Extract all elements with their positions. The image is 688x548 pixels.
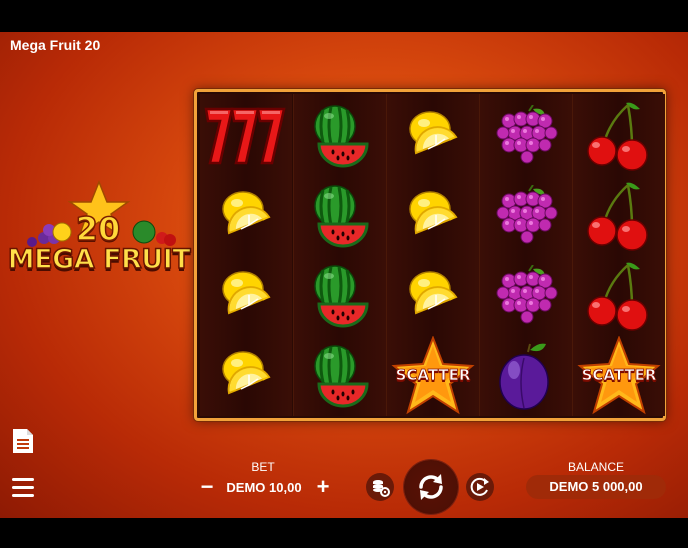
symbol-lemon: [387, 96, 479, 176]
symbol-cherries: [573, 96, 665, 176]
autoplay-button[interactable]: [466, 473, 494, 501]
balance-label: BALANCE: [567, 460, 625, 474]
symbol-scatter: SCATTER: [387, 336, 479, 416]
symbol-grapes: [480, 256, 572, 336]
symbol-cherries: [573, 176, 665, 256]
symbol-watermelon: [294, 336, 386, 416]
symbol-grapes: [480, 96, 572, 176]
symbol-lemon: [200, 336, 292, 416]
symbol-grapes: [480, 176, 572, 256]
menu-icon[interactable]: [10, 475, 36, 501]
symbol-cherries: [573, 256, 665, 336]
reels-frame: SCATTER SCATTER: [194, 89, 666, 421]
symbol-scatter: SCATTER: [573, 336, 665, 416]
game-logo: 20 MEGA FRUIT: [4, 180, 194, 280]
paytable-icon[interactable]: [10, 428, 36, 454]
symbol-watermelon: [294, 96, 386, 176]
reel-3: SCATTER: [386, 94, 479, 416]
spin-button[interactable]: [404, 460, 458, 514]
top-bar: [0, 0, 688, 32]
reel-2: [293, 94, 386, 416]
balance-value: DEMO 5 000,00: [526, 475, 666, 499]
logo-number: 20: [75, 209, 121, 249]
autoplay-icon: [470, 477, 489, 496]
bottom-bar: [0, 518, 688, 548]
symbol-seven: [200, 96, 292, 176]
symbol-lemon: [200, 176, 292, 256]
reel-1: [200, 94, 292, 416]
symbol-lemon: [387, 176, 479, 256]
symbol-lemon: [387, 256, 479, 336]
reel-4: [479, 94, 572, 416]
symbol-watermelon: [294, 256, 386, 336]
spin-icon: [419, 474, 443, 500]
symbol-lemon: [200, 256, 292, 336]
coins-settings-icon: [373, 480, 390, 497]
reel-5: SCATTER: [572, 94, 665, 416]
scatter-label: SCATTER: [581, 366, 657, 385]
scatter-label: SCATTER: [395, 366, 471, 385]
bet-value: DEMO 10,00: [226, 480, 302, 495]
bet-label: BET: [251, 460, 275, 474]
symbol-watermelon: [294, 176, 386, 256]
bet-settings-button[interactable]: [366, 473, 394, 501]
symbol-plum: [480, 336, 572, 416]
logo-text: MEGA FRUIT: [7, 243, 191, 276]
game-title: Mega Fruit 20: [10, 37, 101, 53]
bet-increase-button[interactable]: +: [312, 476, 334, 498]
